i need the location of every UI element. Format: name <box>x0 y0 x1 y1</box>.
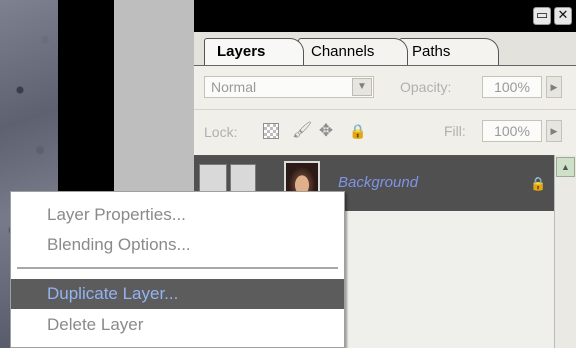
tab-bar: Layers Channels Paths ▶ <box>194 32 576 91</box>
scroll-up-icon[interactable]: ▲ <box>556 157 575 177</box>
close-button[interactable]: ✕ <box>554 7 572 25</box>
menu-item-duplicate-layer[interactable]: Duplicate Layer... <box>11 279 344 309</box>
blend-mode-value: Normal <box>211 79 257 95</box>
lock-all-padlock-icon[interactable]: 🔒 <box>349 123 366 139</box>
blend-row: Normal ▼ Opacity: 100% ▶ <box>194 66 576 110</box>
opacity-label: Opacity: <box>400 79 452 95</box>
lock-row: Lock: 🖌 ✥ 🔒 Fill: 100% ▶ <box>194 110 576 155</box>
menu-item-layer-properties[interactable]: Layer Properties... <box>11 200 344 230</box>
tab-paths[interactable]: Paths <box>399 38 499 65</box>
fill-field[interactable]: 100% <box>482 120 542 142</box>
minimize-button[interactable]: ▭ <box>533 7 551 25</box>
lock-label: Lock: <box>204 124 238 140</box>
tab-layers[interactable]: Layers <box>204 38 304 65</box>
layer-lock-icon: 🔒 <box>530 176 547 191</box>
lock-image-brush-icon[interactable]: 🖌 <box>292 123 312 139</box>
tab-channels[interactable]: Channels <box>298 38 408 65</box>
menu-item-delete-layer[interactable]: Delete Layer <box>11 310 344 340</box>
layer-name[interactable]: Background <box>338 174 418 191</box>
palette-titlebar: ▭ ✕ <box>194 0 576 32</box>
blend-mode-select[interactable]: Normal ▼ <box>204 76 374 98</box>
chevron-down-icon[interactable]: ▼ <box>352 78 372 96</box>
context-menu: Layer Properties... Blending Options... … <box>10 191 345 348</box>
lock-transparency-icon[interactable] <box>263 123 279 139</box>
fill-label: Fill: <box>444 123 466 139</box>
opacity-arrow-icon[interactable]: ▶ <box>546 76 562 98</box>
fill-arrow-icon[interactable]: ▶ <box>546 120 562 142</box>
menu-separator <box>17 267 338 269</box>
lock-position-move-icon[interactable]: ✥ <box>318 122 334 139</box>
layer-list-scrollbar[interactable]: ▲ <box>554 155 576 348</box>
opacity-field[interactable]: 100% <box>482 76 542 98</box>
menu-item-blending-options[interactable]: Blending Options... <box>11 230 344 260</box>
